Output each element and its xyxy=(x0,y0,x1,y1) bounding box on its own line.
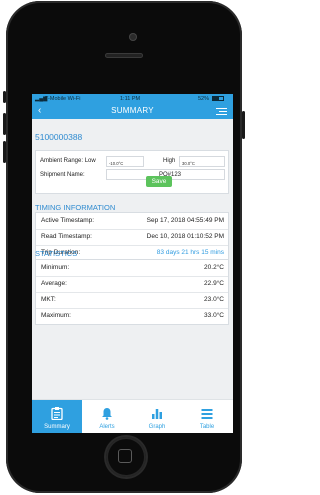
high-temp-field[interactable]: 30.0°C xyxy=(179,156,225,167)
minimum-label: Minimum: xyxy=(41,264,70,271)
front-camera xyxy=(129,33,137,41)
page-title: SUMMARY xyxy=(111,106,154,115)
shipment-id: 5100000388 xyxy=(35,132,83,142)
read-timestamp-label: Read Timestamp: xyxy=(41,233,92,240)
tab-summary[interactable]: Summary xyxy=(32,400,82,433)
volume-down-button xyxy=(3,141,6,163)
earpiece-speaker xyxy=(105,53,143,58)
maximum-value: 33.0°C xyxy=(204,312,224,319)
app-screen: ▂▄▆ T-Mobile Wi-Fi 1:11 PM 52% ‹ SUMMARY… xyxy=(32,94,233,433)
volume-up-button xyxy=(3,113,6,135)
status-bar: ▂▄▆ T-Mobile Wi-Fi 1:11 PM 52% xyxy=(32,94,233,103)
mute-switch xyxy=(3,91,6,103)
trip-duration-value: 83 days 21 hrs 15 mins xyxy=(156,249,224,256)
maximum-label: Maximum: xyxy=(41,312,71,319)
timing-row-active: Active Timestamp: Sep 17, 2018 04:55:49 … xyxy=(36,213,228,230)
list-icon xyxy=(201,409,213,419)
mkt-value: 23.0°C xyxy=(204,296,224,303)
menu-lines-icon[interactable] xyxy=(216,108,227,116)
battery-icon xyxy=(212,96,224,101)
clipboard-icon xyxy=(51,407,63,420)
average-value: 22.9°C xyxy=(204,280,224,287)
statistics-section-title: STATISTICS xyxy=(35,249,78,258)
bottom-tab-bar: Summary Alerts Graph Table xyxy=(32,399,233,433)
stat-row-maximum: Maximum: 33.0°C xyxy=(36,308,228,324)
timing-row-read: Read Timestamp: Dec 10, 2018 01:10:52 PM xyxy=(36,229,228,246)
power-button xyxy=(242,111,245,139)
tab-graph-label: Graph xyxy=(148,424,166,430)
mkt-label: MKT: xyxy=(41,296,56,303)
tab-summary-label: Summary xyxy=(44,424,70,430)
home-square-icon xyxy=(118,449,132,463)
low-temp-value: -10.0°C xyxy=(109,160,124,166)
timing-section-title: TIMING INFORMATION xyxy=(35,203,116,212)
stat-row-mkt: MKT: 23.0°C xyxy=(36,292,228,309)
stat-row-average: Average: 22.9°C xyxy=(36,276,228,293)
save-button[interactable]: Save xyxy=(146,176,172,187)
bar-chart-icon xyxy=(152,409,162,419)
battery-percent: 52% xyxy=(198,95,210,102)
average-label: Average: xyxy=(41,280,67,287)
top-nav-bar: ‹ SUMMARY xyxy=(32,103,233,119)
tab-graph[interactable]: Graph xyxy=(132,400,182,433)
active-timestamp-label: Active Timestamp: xyxy=(41,217,95,224)
bell-icon xyxy=(102,408,112,420)
tab-alerts[interactable]: Alerts xyxy=(82,400,132,433)
stat-row-minimum: Minimum: 20.2°C xyxy=(36,260,228,277)
carrier-label: T-Mobile Wi-Fi xyxy=(45,95,81,102)
statistics-card: Minimum: 20.2°C Average: 22.9°C MKT: 23.… xyxy=(35,259,229,325)
ambient-range-label: Ambient Range: Low xyxy=(40,158,96,164)
minimum-value: 20.2°C xyxy=(204,264,224,271)
read-timestamp-value: Dec 10, 2018 01:10:52 PM xyxy=(146,233,224,240)
tab-table-label: Table xyxy=(199,424,215,430)
low-temp-field[interactable]: -10.0°C xyxy=(106,156,144,167)
tab-table[interactable]: Table xyxy=(182,400,233,433)
shipment-settings-card: Ambient Range: Low -10.0°C High 30.0°C S… xyxy=(35,150,229,194)
high-label: High xyxy=(163,158,176,164)
tab-alerts-label: Alerts xyxy=(99,424,115,430)
status-time: 1:11 PM xyxy=(120,95,141,102)
high-temp-value: 30.0°C xyxy=(182,160,195,166)
active-timestamp-value: Sep 17, 2018 04:55:49 PM xyxy=(146,217,224,224)
shipment-name-label: Shipment Name: xyxy=(40,172,85,178)
